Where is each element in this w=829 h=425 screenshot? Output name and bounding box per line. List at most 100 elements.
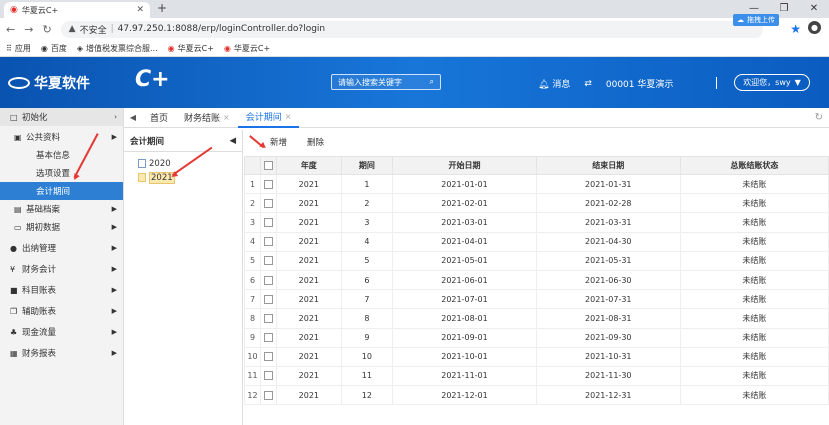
table-row[interactable]: 8 2021 8 2021-08-01 2021-08-31 未结账 (244, 308, 829, 329)
row-checkbox[interactable] (260, 308, 277, 329)
col-status[interactable]: 总账结账状态 (679, 156, 829, 175)
sidebar-item-aux-ledger[interactable]: ❐ 辅助账表 ▶ (0, 302, 123, 320)
checkbox-icon (264, 179, 273, 189)
tab-home[interactable]: 首页 (142, 111, 176, 124)
grid-toolbar: 新增 删除 (244, 130, 829, 156)
tab-closing[interactable]: 财务结账 × (176, 111, 238, 124)
row-checkbox[interactable] (260, 231, 277, 252)
new-tab-button[interactable]: + (157, 1, 167, 15)
table-row[interactable]: 12 2021 12 2021-12-01 2021-12-31 未结账 (244, 385, 829, 406)
search-input[interactable]: 请输入搜索关键字 ⌕ (331, 74, 441, 90)
table-row[interactable]: 3 2021 3 2021-03-01 2021-03-31 未结账 (244, 212, 829, 233)
cell-year: 2021 (276, 385, 342, 406)
url-field[interactable]: ▲ 不安全 | 47.97.250.1:8088/erp/loginContro… (60, 20, 763, 38)
close-icon[interactable]: × (285, 112, 292, 121)
table-row[interactable]: 10 2021 10 2021-10-01 2021-10-31 未结账 (244, 346, 829, 367)
row-checkbox[interactable] (260, 212, 277, 233)
arrow-right-icon: ▶ (111, 133, 117, 141)
bookmark-invoice[interactable]: ◈ 增值税发票综合服... (77, 43, 158, 54)
table-row[interactable]: 9 2021 9 2021-09-01 2021-09-30 未结账 (244, 327, 829, 348)
bookmark-huaxia-2[interactable]: ◉ 华夏云C+ (224, 43, 270, 54)
table-row[interactable]: 7 2021 7 2021-07-01 2021-07-31 未结账 (244, 289, 829, 310)
close-icon[interactable]: × (223, 113, 230, 122)
site-favicon-icon: ◉ (10, 5, 18, 15)
collapse-icon[interactable]: › (114, 113, 117, 121)
app-logo[interactable]: 华夏软件 (8, 73, 90, 93)
cell-end-date: 2021-04-30 (535, 231, 681, 252)
forward-arrow-icon[interactable]: → (24, 23, 33, 36)
sidebar-item-basic-info[interactable]: 基本信息 (0, 146, 123, 164)
row-checkbox[interactable] (260, 385, 277, 406)
sidebar-item-base-archive[interactable]: ▤ 基础档案 ▶ (0, 200, 123, 218)
bookmark-baidu[interactable]: ◉ 百度 (41, 43, 67, 54)
table-row[interactable]: 4 2021 4 2021-04-01 2021-04-30 未结账 (244, 231, 829, 252)
sidebar-item-opening-data[interactable]: ▭ 期初数据 ▶ (0, 218, 123, 236)
cell-status: 未结账 (679, 346, 829, 367)
bookmark-huaxia-1[interactable]: ◉ 华夏云C+ (168, 43, 214, 54)
sidebar-item-options[interactable]: 选项设置 (0, 164, 123, 182)
baidu-icon: ◉ (40, 43, 48, 53)
cell-status: 未结账 (679, 231, 829, 252)
sidebar-item-cashflow[interactable]: ♣ 现金流量 ▶ (0, 323, 123, 341)
table-row[interactable]: 1 2021 1 2021-01-01 2021-01-31 未结账 (244, 173, 829, 195)
col-start-date[interactable]: 开始日期 (392, 156, 537, 175)
close-window-icon[interactable]: ✕ (799, 0, 829, 18)
sidebar-item-public[interactable]: ▣ 公共资料 ▶ (0, 128, 123, 146)
bookmark-label: 百度 (50, 43, 67, 53)
tab-scroll-left-icon[interactable]: ◀ (124, 113, 142, 122)
browser-tab[interactable]: ◉ 华夏云C+ ✕ (4, 2, 150, 18)
search-icon[interactable]: ⌕ (430, 77, 434, 87)
close-tab-icon[interactable]: ✕ (136, 5, 144, 15)
cell-status: 未结账 (679, 365, 829, 387)
browser-tabstrip: ◉ 华夏云C+ ✕ + — ❐ ✕ (0, 0, 829, 18)
user-menu[interactable]: 欢迎您，swy ▼ (734, 74, 810, 91)
sidebar-item-cashier[interactable]: ● 出纳管理 ▶ (0, 239, 123, 257)
org-label[interactable]: 00001 华夏演示 (606, 77, 674, 90)
refresh-icon[interactable]: ↻ (815, 112, 823, 123)
row-checkbox[interactable] (260, 365, 277, 387)
cell-year: 2021 (276, 250, 342, 271)
sidebar-item-accounting-period[interactable]: 会计期间 (0, 182, 123, 200)
reload-icon[interactable]: ↻ (42, 23, 51, 36)
checkbox-icon (264, 275, 273, 285)
url-text: 47.97.250.1:8088/erp/loginController.do?… (117, 24, 326, 34)
tree-node-selected[interactable]: 2021 (124, 171, 242, 184)
sidebar-top[interactable]: □ 初始化 › (0, 108, 123, 126)
table-row[interactable]: 11 2021 11 2021-11-01 2021-11-30 未结账 (244, 365, 829, 387)
select-all-checkbox[interactable] (260, 156, 277, 175)
switch-icon[interactable]: ⇄ (584, 79, 592, 89)
messages-button[interactable]: 🔔︎ 消息 (538, 77, 570, 90)
sidebar-item-finance[interactable]: ¥ 财务会计 ▶ (0, 260, 123, 278)
row-checkbox[interactable] (260, 346, 277, 367)
row-number: 7 (244, 289, 261, 310)
profile-icon[interactable]: ● (808, 21, 821, 34)
cell-period: 4 (340, 231, 394, 252)
cell-end-date: 2021-12-31 (535, 385, 681, 406)
sidebar-item-subject-ledger[interactable]: ■ 科目账表 ▶ (0, 281, 123, 299)
tab-accounting-period[interactable]: 会计期间 × (237, 108, 300, 128)
table-row[interactable]: 6 2021 6 2021-06-01 2021-06-30 未结账 (244, 269, 829, 291)
table-row[interactable]: 5 2021 5 2021-05-01 2021-05-31 未结账 (244, 250, 829, 271)
bookmark-apps[interactable]: ⠿ 应用 (6, 43, 31, 54)
table-row[interactable]: 2 2021 2 2021-02-01 2021-02-28 未结账 (244, 193, 829, 214)
delete-button[interactable]: 删除 (297, 134, 334, 152)
col-end-date[interactable]: 结束日期 (535, 156, 681, 175)
cell-start-date: 2021-01-01 (392, 173, 537, 195)
sidebar-item-reports[interactable]: ▦ 财务报表 ▶ (0, 344, 123, 362)
row-checkbox[interactable] (260, 327, 277, 348)
row-checkbox[interactable] (260, 250, 277, 271)
row-checkbox[interactable] (260, 269, 277, 291)
upload-widget[interactable]: ☁ 拖拽上传 (733, 14, 779, 26)
row-checkbox[interactable] (260, 193, 277, 214)
sidebar-item-label: 现金流量 (22, 328, 57, 338)
back-arrow-icon[interactable]: ← (6, 23, 15, 36)
row-checkbox[interactable] (260, 289, 277, 310)
collapse-left-icon[interactable]: ◀ (229, 136, 236, 146)
bookmark-star-icon[interactable]: ★ (790, 22, 801, 36)
tab-label: 首页 (150, 114, 169, 124)
cell-period: 1 (340, 173, 394, 195)
col-year[interactable]: 年度 (276, 156, 342, 175)
col-period[interactable]: 期间 (340, 156, 394, 175)
row-checkbox[interactable] (260, 173, 277, 195)
cell-period: 2 (340, 193, 394, 214)
